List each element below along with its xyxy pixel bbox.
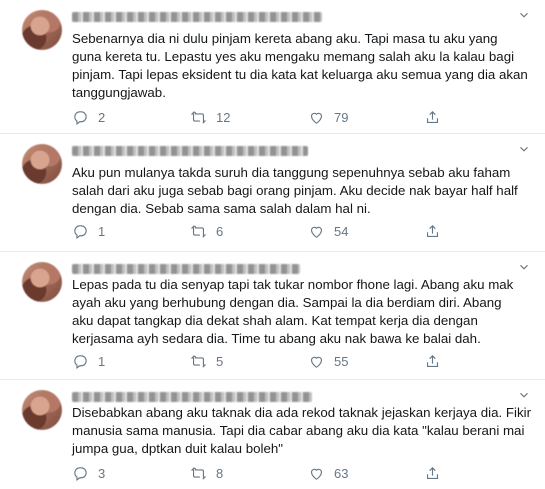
- share-icon: [426, 224, 439, 237]
- reply-count: 1: [98, 223, 106, 239]
- tweet-actions: 2 12 79: [72, 108, 532, 126]
- reply-button[interactable]: 1: [72, 352, 105, 370]
- like-button[interactable]: 63: [308, 464, 348, 482]
- avatar[interactable]: [22, 10, 62, 50]
- tweet-actions: 3 8 63: [72, 464, 532, 482]
- author-name-blurred: [72, 146, 308, 156]
- chevron-down-icon[interactable]: [517, 260, 531, 274]
- retweet-icon: [190, 354, 207, 368]
- like-button[interactable]: 54: [308, 222, 348, 240]
- like-count: 55: [334, 353, 349, 369]
- reply-count: 3: [98, 465, 106, 481]
- author-name-blurred: [72, 264, 300, 274]
- tweet-text: Disebabkan abang aku taknak dia ada reko…: [72, 405, 532, 456]
- retweet-button[interactable]: 8: [190, 464, 223, 482]
- retweet-button[interactable]: 12: [190, 108, 230, 126]
- author-name-blurred: [72, 392, 312, 402]
- heart-icon: [310, 112, 323, 124]
- reply-icon: [74, 224, 87, 239]
- chevron-down-icon[interactable]: [517, 8, 531, 22]
- share-icon: [426, 466, 439, 479]
- author-name-blurred: [72, 12, 322, 22]
- like-count: 63: [334, 465, 349, 481]
- reply-count: 2: [98, 109, 106, 125]
- chevron-down-icon[interactable]: [517, 142, 531, 156]
- retweet-count: 12: [216, 109, 231, 125]
- heart-icon: [310, 356, 323, 368]
- tweet-text: Lepas pada tu dia senyap tapi tak tukar …: [72, 277, 514, 346]
- retweet-icon: [190, 110, 207, 124]
- share-button[interactable]: [424, 352, 441, 370]
- share-icon: [426, 110, 439, 123]
- retweet-icon: [190, 224, 207, 238]
- reply-icon: [74, 354, 87, 369]
- tweet-2[interactable]: Aku pun mulanya takda suruh dia tanggung…: [0, 134, 545, 252]
- tweet-text: Aku pun mulanya takda suruh dia tanggung…: [72, 165, 518, 216]
- reply-button[interactable]: 2: [72, 108, 105, 126]
- reply-button[interactable]: 1: [72, 222, 105, 240]
- reply-count: 1: [98, 353, 106, 369]
- avatar[interactable]: [22, 144, 62, 184]
- avatar[interactable]: [22, 262, 62, 302]
- like-button[interactable]: 79: [308, 108, 348, 126]
- retweet-button[interactable]: 5: [190, 352, 223, 370]
- retweet-button[interactable]: 6: [190, 222, 223, 240]
- share-button[interactable]: [424, 222, 441, 240]
- tweet-text: Sebenarnya dia ni dulu pinjam kereta aba…: [72, 31, 528, 100]
- retweet-count: 6: [216, 223, 224, 239]
- share-icon: [426, 354, 439, 367]
- like-count: 54: [334, 223, 349, 239]
- avatar[interactable]: [22, 390, 62, 430]
- reply-icon: [74, 466, 87, 481]
- tweet-actions: 1 6 54: [72, 222, 532, 240]
- reply-button[interactable]: 3: [72, 464, 105, 482]
- share-button[interactable]: [424, 108, 441, 126]
- like-count: 79: [334, 109, 349, 125]
- like-button[interactable]: 55: [308, 352, 348, 370]
- tweet-1[interactable]: Sebenarnya dia ni dulu pinjam kereta aba…: [0, 0, 545, 134]
- retweet-count: 5: [216, 353, 224, 369]
- heart-icon: [310, 226, 323, 238]
- retweet-count: 8: [216, 465, 224, 481]
- tweet-actions: 1 5 55: [72, 352, 532, 370]
- retweet-icon: [190, 466, 207, 480]
- chevron-down-icon[interactable]: [517, 388, 531, 402]
- heart-icon: [310, 468, 323, 480]
- tweet-thread: Sebenarnya dia ni dulu pinjam kereta aba…: [0, 0, 545, 489]
- tweet-4[interactable]: Disebabkan abang aku taknak dia ada reko…: [0, 380, 545, 489]
- reply-icon: [74, 110, 87, 125]
- share-button[interactable]: [424, 464, 441, 482]
- tweet-3[interactable]: Lepas pada tu dia senyap tapi tak tukar …: [0, 252, 545, 380]
